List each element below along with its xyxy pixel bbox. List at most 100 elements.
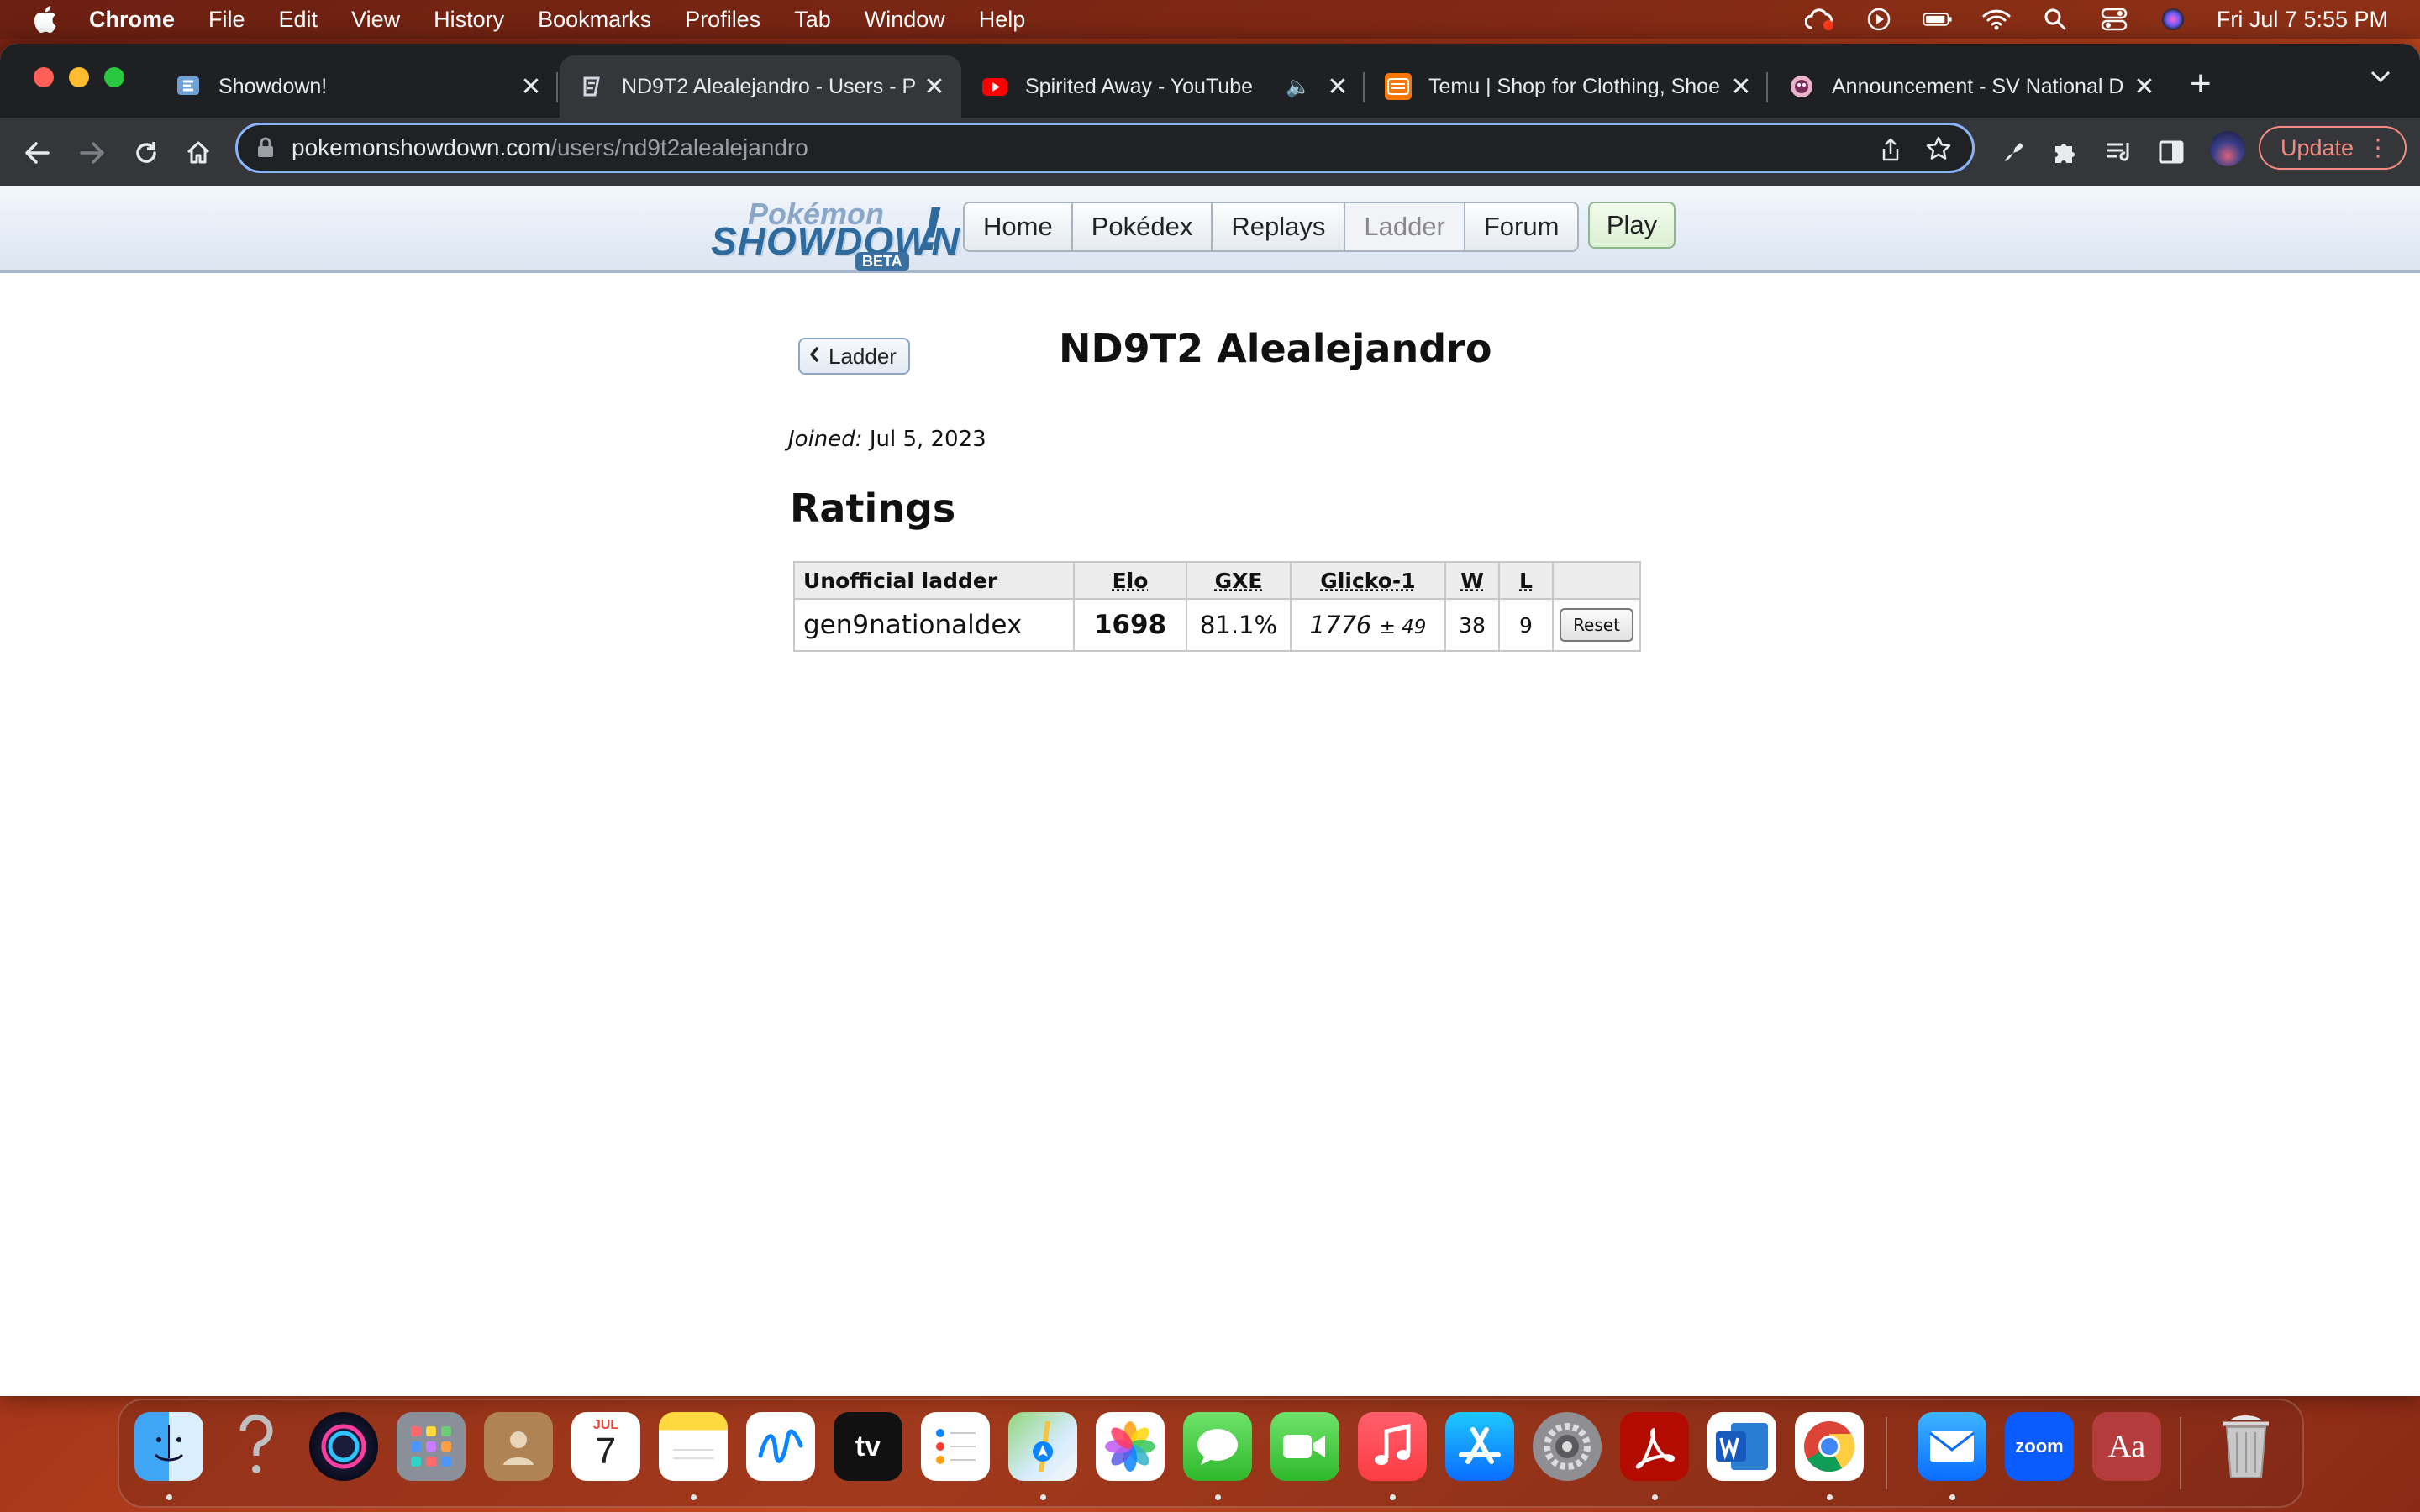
back-to-ladder-button[interactable]: Ladder: [798, 338, 910, 375]
tab-youtube[interactable]: Spirited Away - YouTube 🔈 ✕: [963, 55, 1365, 118]
microsoft-word-icon[interactable]: [1707, 1412, 1776, 1481]
side-panel-icon[interactable]: [2158, 134, 2185, 170]
window-controls: [34, 67, 124, 87]
url-host: pokemonshowdown.com: [292, 134, 551, 160]
help-question-icon[interactable]: [222, 1412, 291, 1481]
acrobat-reader-icon[interactable]: [1620, 1412, 1689, 1481]
extensions-puzzle-icon[interactable]: [2050, 134, 2079, 170]
mail-icon[interactable]: [1918, 1412, 1986, 1481]
menu-window[interactable]: Window: [865, 7, 945, 33]
zoom-icon[interactable]: zoom: [2005, 1412, 2074, 1481]
reminders-icon[interactable]: [921, 1412, 990, 1481]
media-play-icon[interactable]: [1864, 7, 1894, 32]
battery-icon[interactable]: [1923, 7, 1953, 32]
tv-label: tv: [855, 1430, 881, 1462]
music-icon[interactable]: [1358, 1412, 1427, 1481]
control-center-icon[interactable]: [2099, 7, 2129, 32]
apple-tv-icon[interactable]: tv: [834, 1412, 902, 1481]
address-bar[interactable]: pokemonshowdown.com/users/nd9t2alealejan…: [235, 123, 1975, 173]
profile-avatar[interactable]: [2210, 131, 2245, 166]
notes-icon[interactable]: [659, 1412, 728, 1481]
tab-separator: [556, 72, 558, 102]
menu-profiles[interactable]: Profiles: [685, 7, 760, 33]
header-elo: Elo: [1073, 561, 1187, 600]
update-button[interactable]: Update ⋮: [2259, 126, 2407, 170]
reload-icon[interactable]: [129, 136, 163, 170]
showdown-logo[interactable]: Pokémon SHOWDOWN BETA !: [711, 193, 960, 271]
chevron-left-icon: [808, 344, 820, 370]
home-icon[interactable]: [182, 136, 215, 170]
tab-title: Showdown!: [218, 74, 328, 98]
nav-ladder[interactable]: Ladder: [1345, 203, 1465, 250]
calendar-icon[interactable]: JUL 7: [571, 1412, 640, 1481]
cell-losses: 9: [1498, 598, 1554, 652]
menu-bookmarks[interactable]: Bookmarks: [538, 7, 651, 33]
more-menu-icon[interactable]: ⋮: [2366, 134, 2390, 161]
app-store-icon[interactable]: [1445, 1412, 1514, 1481]
finder-icon[interactable]: [134, 1412, 203, 1481]
bookmark-star-icon[interactable]: [1925, 135, 1952, 168]
menu-bar-clock[interactable]: Fri Jul 7 5:55 PM: [2217, 7, 2388, 33]
tab-smogon-announcement[interactable]: Announcement - SV National D ✕: [1770, 55, 2171, 118]
menu-view[interactable]: View: [351, 7, 400, 33]
system-settings-icon[interactable]: [1533, 1412, 1602, 1481]
tab-temu[interactable]: Temu | Shop for Clothing, Shoe ✕: [1366, 55, 1768, 118]
messages-icon[interactable]: [1183, 1412, 1252, 1481]
zoom-window-button[interactable]: [104, 67, 124, 87]
tab-title: Announcement - SV National D: [1832, 74, 2124, 98]
reset-button[interactable]: Reset: [1560, 608, 1634, 642]
reader-extension-icon[interactable]: [2000, 134, 2028, 170]
menu-tab[interactable]: Tab: [794, 7, 831, 33]
nav-home[interactable]: Home: [965, 203, 1073, 250]
menu-edit[interactable]: Edit: [279, 7, 318, 33]
reading-list-icon[interactable]: [2104, 134, 2133, 170]
minimize-window-button[interactable]: [69, 67, 89, 87]
maps-icon[interactable]: [1008, 1412, 1077, 1481]
close-tab-icon[interactable]: ✕: [918, 72, 951, 102]
tab-showdown[interactable]: Showdown! ✕: [156, 55, 558, 118]
siri-icon[interactable]: [2158, 7, 2188, 32]
creative-cloud-icon[interactable]: [1804, 7, 1835, 32]
freeform-icon[interactable]: [746, 1412, 815, 1481]
tab-search-chevron-icon[interactable]: [2370, 69, 2391, 88]
menu-file[interactable]: File: [208, 7, 245, 33]
contacts-icon[interactable]: [484, 1412, 553, 1481]
joined-info: Joined: Jul 5, 2023: [788, 427, 986, 452]
menu-history[interactable]: History: [434, 7, 504, 33]
close-window-button[interactable]: [34, 67, 54, 87]
tab-user-profile[interactable]: ND9T2 Alealejandro - Users - P ✕: [560, 55, 961, 118]
back-arrow-icon[interactable]: [20, 136, 54, 170]
joined-label: Joined:: [788, 427, 863, 452]
siri-icon[interactable]: [309, 1412, 378, 1481]
close-tab-icon[interactable]: ✕: [2128, 72, 2161, 102]
menu-app-name[interactable]: Chrome: [89, 7, 175, 33]
dictionary-icon[interactable]: Aa: [2092, 1412, 2161, 1481]
menu-help[interactable]: Help: [979, 7, 1026, 33]
chrome-icon[interactable]: [1795, 1412, 1864, 1481]
showdown-header: Pokémon SHOWDOWN BETA ! Home Pokédex Rep…: [0, 186, 2420, 273]
new-tab-icon[interactable]: +: [2190, 66, 2212, 102]
apple-menu-icon[interactable]: [32, 4, 59, 34]
launchpad-icon[interactable]: [397, 1412, 466, 1481]
play-button[interactable]: Play: [1588, 202, 1676, 249]
close-tab-icon[interactable]: ✕: [1724, 72, 1758, 102]
web-page: Pokémon SHOWDOWN BETA ! Home Pokédex Rep…: [0, 186, 2420, 1396]
photos-icon[interactable]: [1096, 1412, 1165, 1481]
nav-pokedex[interactable]: Pokédex: [1072, 203, 1213, 250]
nav-replays[interactable]: Replays: [1213, 203, 1346, 250]
trash-icon[interactable]: [2212, 1412, 2281, 1481]
calendar-day: 7: [595, 1431, 617, 1472]
spotlight-search-icon[interactable]: [2040, 7, 2070, 32]
logo-beta-badge: BETA: [855, 252, 909, 271]
close-tab-icon[interactable]: ✕: [1321, 72, 1355, 102]
speaker-audio-icon[interactable]: 🔈: [1286, 75, 1311, 99]
close-tab-icon[interactable]: ✕: [514, 72, 548, 102]
cell-wins: 38: [1444, 598, 1500, 652]
share-icon[interactable]: [1880, 137, 1902, 168]
wifi-icon[interactable]: [1981, 7, 2012, 32]
tab-title: ND9T2 Alealejandro - Users - P: [622, 74, 917, 98]
nav-forum[interactable]: Forum: [1465, 203, 1578, 250]
facetime-icon[interactable]: [1270, 1412, 1339, 1481]
forward-arrow-icon[interactable]: [76, 136, 109, 170]
lock-icon[interactable]: [256, 137, 275, 159]
